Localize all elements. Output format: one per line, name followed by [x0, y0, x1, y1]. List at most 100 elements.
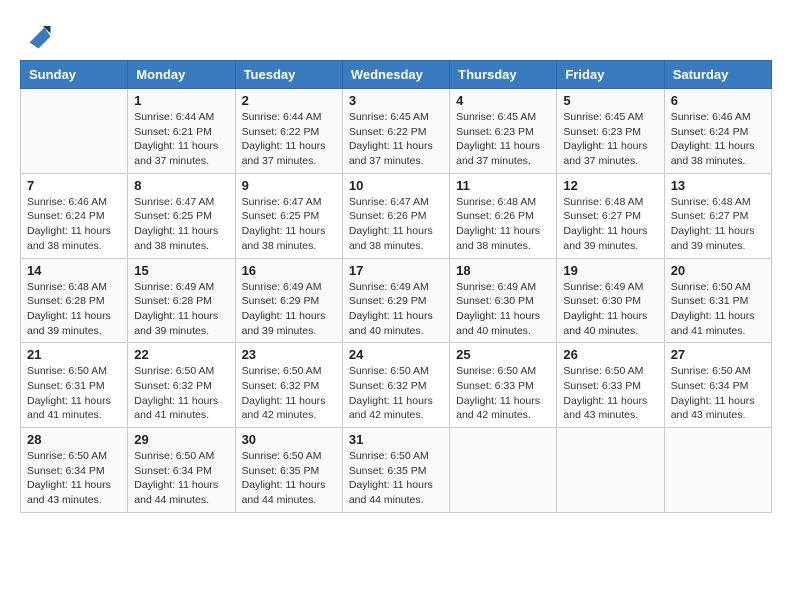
cell-info: Sunrise: 6:49 AMSunset: 6:29 PMDaylight:… — [349, 280, 443, 339]
week-row-3: 14Sunrise: 6:48 AMSunset: 6:28 PMDayligh… — [21, 258, 772, 343]
page-header — [20, 20, 772, 50]
column-header-friday: Friday — [557, 61, 664, 89]
calendar-cell: 7Sunrise: 6:46 AMSunset: 6:24 PMDaylight… — [21, 173, 128, 258]
cell-info: Sunrise: 6:48 AMSunset: 6:26 PMDaylight:… — [456, 195, 550, 254]
cell-info: Sunrise: 6:47 AMSunset: 6:26 PMDaylight:… — [349, 195, 443, 254]
calendar-cell: 8 Sunrise: 6:47 AMSunset: 6:25 PMDaylight… — [128, 173, 235, 258]
day-number: 15 — [134, 263, 228, 278]
column-header-saturday: Saturday — [664, 61, 771, 89]
column-header-monday: Monday — [128, 61, 235, 89]
calendar-cell — [21, 89, 128, 174]
cell-info: Sunrise: 6:49 AMSunset: 6:28 PMDaylight:… — [134, 280, 228, 339]
day-number: 17 — [349, 263, 443, 278]
day-number: 27 — [671, 347, 765, 362]
cell-info: Sunrise: 6:48 AMSunset: 6:27 PMDaylight:… — [563, 195, 657, 254]
calendar-cell: 21 Sunrise: 6:50 AMSunset: 6:31 PMDayligh… — [21, 343, 128, 428]
day-number: 29 — [134, 432, 228, 447]
day-number: 19 — [563, 263, 657, 278]
day-number: 23 — [242, 347, 336, 362]
calendar-cell: 2 Sunrise: 6:44 AMSunset: 6:22 PMDaylight… — [235, 89, 342, 174]
cell-info: Sunrise: 6:48 AMSunset: 6:28 PMDaylight:… — [27, 280, 121, 339]
day-number: 5 — [563, 93, 657, 108]
cell-info: Sunrise: 6:50 AMSunset: 6:33 PMDaylight:… — [563, 364, 657, 423]
day-number: 1 — [134, 93, 228, 108]
header-row: SundayMondayTuesdayWednesdayThursdayFrid… — [21, 61, 772, 89]
logo — [20, 20, 52, 50]
cell-info: Sunrise: 6:46 AMSunset: 6:24 PMDaylight:… — [671, 110, 765, 169]
day-number: 20 — [671, 263, 765, 278]
week-row-1: 1 Sunrise: 6:44 AMSunset: 6:21 PMDaylight… — [21, 89, 772, 174]
cell-info: Sunrise: 6:45 AMSunset: 6:22 PMDaylight:… — [349, 110, 443, 169]
day-number: 9 — [242, 178, 336, 193]
cell-info: Sunrise: 6:49 AMSunset: 6:29 PMDaylight:… — [242, 280, 336, 339]
day-number: 16 — [242, 263, 336, 278]
day-number: 8 — [134, 178, 228, 193]
cell-info: Sunrise: 6:47 AMSunset: 6:25 PMDaylight:… — [242, 195, 336, 254]
calendar-cell: 20 Sunrise: 6:50 AMSunset: 6:31 PMDayligh… — [664, 258, 771, 343]
cell-info: Sunrise: 6:50 AMSunset: 6:31 PMDaylight:… — [27, 364, 121, 423]
calendar-cell: 11Sunrise: 6:48 AMSunset: 6:26 PMDayligh… — [450, 173, 557, 258]
day-number: 28 — [27, 432, 121, 447]
column-header-sunday: Sunday — [21, 61, 128, 89]
column-header-thursday: Thursday — [450, 61, 557, 89]
calendar-cell: 12 Sunrise: 6:48 AMSunset: 6:27 PMDayligh… — [557, 173, 664, 258]
calendar-cell: 4 Sunrise: 6:45 AMSunset: 6:23 PMDaylight… — [450, 89, 557, 174]
day-number: 4 — [456, 93, 550, 108]
calendar-cell: 31Sunrise: 6:50 AMSunset: 6:35 PMDayligh… — [342, 428, 449, 513]
calendar-cell: 6 Sunrise: 6:46 AMSunset: 6:24 PMDaylight… — [664, 89, 771, 174]
calendar-cell: 5 Sunrise: 6:45 AMSunset: 6:23 PMDaylight… — [557, 89, 664, 174]
calendar-cell: 14Sunrise: 6:48 AMSunset: 6:28 PMDayligh… — [21, 258, 128, 343]
cell-info: Sunrise: 6:47 AMSunset: 6:25 PMDaylight:… — [134, 195, 228, 254]
cell-info: Sunrise: 6:50 AMSunset: 6:34 PMDaylight:… — [134, 449, 228, 508]
day-number: 6 — [671, 93, 765, 108]
day-number: 10 — [349, 178, 443, 193]
cell-info: Sunrise: 6:44 AMSunset: 6:22 PMDaylight:… — [242, 110, 336, 169]
week-row-4: 21 Sunrise: 6:50 AMSunset: 6:31 PMDayligh… — [21, 343, 772, 428]
day-number: 12 — [563, 178, 657, 193]
calendar-cell: 1 Sunrise: 6:44 AMSunset: 6:21 PMDaylight… — [128, 89, 235, 174]
day-number: 21 — [27, 347, 121, 362]
calendar-cell: 28Sunrise: 6:50 AMSunset: 6:34 PMDayligh… — [21, 428, 128, 513]
logo-icon — [22, 20, 52, 50]
day-number: 3 — [349, 93, 443, 108]
calendar-cell: 17 Sunrise: 6:49 AMSunset: 6:29 PMDayligh… — [342, 258, 449, 343]
calendar-cell: 10 Sunrise: 6:47 AMSunset: 6:26 PMDayligh… — [342, 173, 449, 258]
calendar-cell: 16 Sunrise: 6:49 AMSunset: 6:29 PMDayligh… — [235, 258, 342, 343]
calendar-cell: 27 Sunrise: 6:50 AMSunset: 6:34 PMDayligh… — [664, 343, 771, 428]
day-number: 25 — [456, 347, 550, 362]
day-number: 2 — [242, 93, 336, 108]
cell-info: Sunrise: 6:50 AMSunset: 6:35 PMDaylight:… — [242, 449, 336, 508]
week-row-5: 28 Sunrise: 6:50 AMSunset: 6:34 PMDayligh… — [21, 428, 772, 513]
cell-info: Sunrise: 6:45 AMSunset: 6:23 PMDaylight:… — [456, 110, 550, 169]
calendar-cell — [450, 428, 557, 513]
column-header-tuesday: Tuesday — [235, 61, 342, 89]
cell-info: Sunrise: 6:50 AMSunset: 6:32 PMDaylight:… — [242, 364, 336, 423]
cell-info: Sunrise: 6:50 AMSunset: 6:32 PMDaylight:… — [134, 364, 228, 423]
cell-info: Sunrise: 6:44 AMSunset: 6:21 PMDaylight:… — [134, 110, 228, 169]
day-number: 18 — [456, 263, 550, 278]
day-number: 30 — [242, 432, 336, 447]
cell-info: Sunrise: 6:49 AMSunset: 6:30 PMDaylight:… — [456, 280, 550, 339]
calendar-cell: 24 Sunrise: 6:50 AMSunset: 6:32 PMDayligh… — [342, 343, 449, 428]
cell-info: Sunrise: 6:49 AMSunset: 6:30 PMDaylight:… — [563, 280, 657, 339]
calendar-cell: 19 Sunrise: 6:49 AMSunset: 6:30 PMDayligh… — [557, 258, 664, 343]
day-number: 26 — [563, 347, 657, 362]
column-header-wednesday: Wednesday — [342, 61, 449, 89]
calendar-cell: 3 Sunrise: 6:45 AMSunset: 6:22 PMDaylight… — [342, 89, 449, 174]
cell-info: Sunrise: 6:50 AMSunset: 6:31 PMDaylight:… — [671, 280, 765, 339]
day-number: 24 — [349, 347, 443, 362]
day-number: 13 — [671, 178, 765, 193]
calendar-cell: 30 Sunrise: 6:50 AMSunset: 6:35 PMDayligh… — [235, 428, 342, 513]
calendar-cell: 25 Sunrise: 6:50 AMSunset: 6:33 PMDayligh… — [450, 343, 557, 428]
calendar-cell — [664, 428, 771, 513]
cell-info: Sunrise: 6:50 AMSunset: 6:32 PMDaylight:… — [349, 364, 443, 423]
cell-info: Sunrise: 6:50 AMSunset: 6:34 PMDaylight:… — [671, 364, 765, 423]
calendar-cell: 18 Sunrise: 6:49 AMSunset: 6:30 PMDayligh… — [450, 258, 557, 343]
day-number: 22 — [134, 347, 228, 362]
cell-info: Sunrise: 6:50 AMSunset: 6:33 PMDaylight:… — [456, 364, 550, 423]
calendar-table: SundayMondayTuesdayWednesdayThursdayFrid… — [20, 60, 772, 513]
cell-info: Sunrise: 6:45 AMSunset: 6:23 PMDaylight:… — [563, 110, 657, 169]
cell-info: Sunrise: 6:48 AMSunset: 6:27 PMDaylight:… — [671, 195, 765, 254]
calendar-cell: 9 Sunrise: 6:47 AMSunset: 6:25 PMDaylight… — [235, 173, 342, 258]
day-number: 7 — [27, 178, 121, 193]
